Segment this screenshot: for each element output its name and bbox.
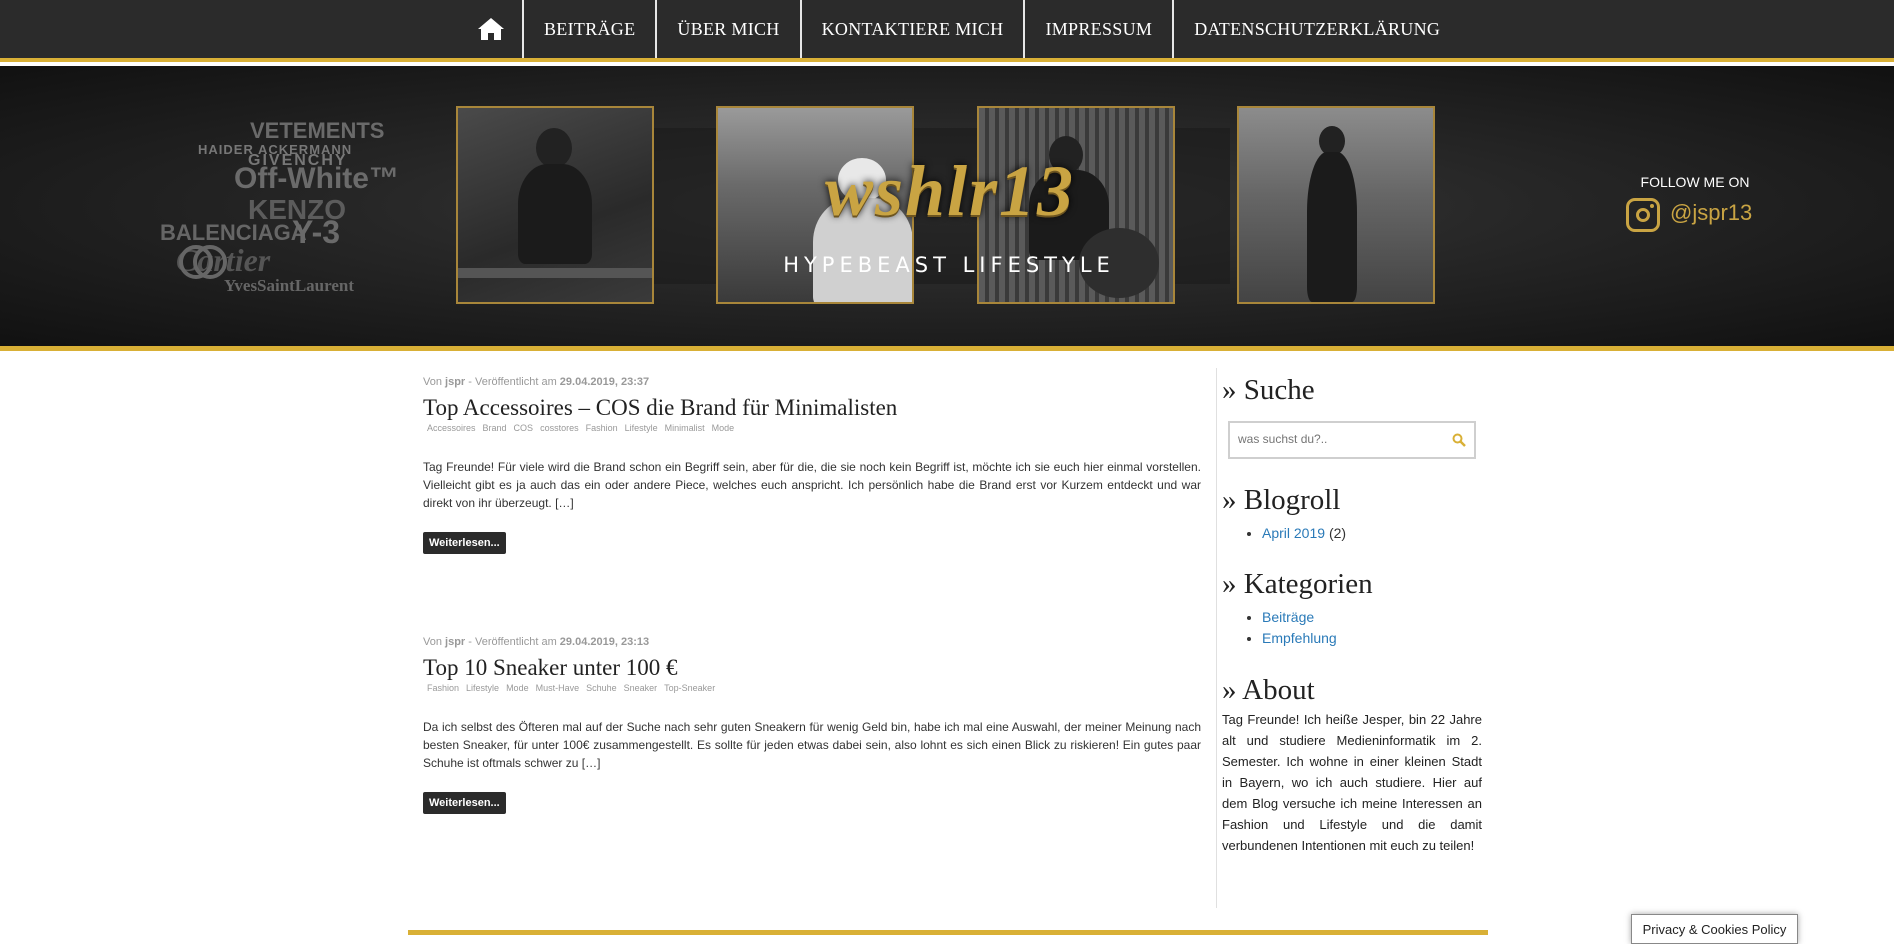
home-icon[interactable] [477,17,505,41]
sidebar-blogroll-section: » Blogroll April 2019 (2) [1222,484,1482,544]
tag-link[interactable]: Fashion [427,683,459,693]
post-author[interactable]: jspr [445,636,465,648]
post-tags: Fashion Lifestyle Mode Must-Have Schuhe Sneak… [423,683,1201,693]
sidebar-heading-about: » About [1222,674,1315,706]
list-item: April 2019 (2) [1262,523,1482,544]
read-more-button[interactable]: Weiterlesen... [423,792,506,814]
tag-link[interactable]: Minimalist [665,423,705,433]
nav-item-impressum[interactable]: IMPRESSUM [1025,0,1175,58]
tag-link[interactable]: Mode [506,683,529,693]
cookie-policy-button[interactable]: Privacy & Cookies Policy [1631,914,1798,944]
post-tags: Accessoires Brand COS cosstores Fashion Lifes… [423,423,1201,433]
brand-logo: YvesSaintLaurent [224,276,355,295]
post-date: 29.04.2019, 23:13 [559,636,650,648]
archive-count: (2) [1328,525,1347,541]
category-link[interactable]: Empfehlung [1262,630,1337,646]
nav-item-ueber-mich[interactable]: ÜBER MICH [657,0,802,58]
nav-item-beitraege[interactable]: BEITRÄGE [524,0,658,58]
header-photo-4 [1237,106,1435,304]
header-divider [0,346,1894,351]
gucci-logo-icon [179,245,227,279]
post-meta: Von jspr - Veröffentlicht am 29.04.2019,… [423,376,1201,388]
site-logo[interactable]: wshlr13 [770,150,1130,233]
post-title[interactable]: Top 10 Sneaker unter 100 € [423,654,1201,682]
brand-logo: VETEMENTS [250,118,385,143]
nav-item-kontakt[interactable]: KONTAKTIERE MICH [802,0,1026,58]
list-item: Beiträge [1262,607,1482,628]
read-more-button[interactable]: Weiterlesen... [423,532,506,554]
tag-link[interactable]: Lifestyle [625,423,658,433]
tag-link[interactable]: Lifestyle [466,683,499,693]
brand-logos-collage: VETEMENTS HAIDER ACKERMANN GIVENCHY Off-… [150,118,399,295]
sidebar-search-section: » Suche [1222,374,1482,407]
sidebar-heading-search: » Suche [1222,374,1315,406]
tag-link[interactable]: cosstores [540,423,579,433]
search-input[interactable] [1236,431,1440,447]
post-author[interactable]: jspr [445,376,465,388]
sidebar-heading-blogroll: » Blogroll [1222,484,1341,516]
tag-link[interactable]: Brand [483,423,507,433]
tag-link[interactable]: Accessoires [427,423,476,433]
top-navigation: BEITRÄGE ÜBER MICH KONTAKTIERE MICH IMPR… [0,0,1894,62]
sidebar-about-section: » About Tag Freunde! Ich heiße Jesper, b… [1222,674,1482,856]
instagram-handle-link[interactable]: @jspr13 [1670,200,1752,226]
tag-link[interactable]: Must-Have [536,683,580,693]
nav-menu: BEITRÄGE ÜBER MICH KONTAKTIERE MICH IMPR… [460,0,1460,58]
meta-mid: - Veröffentlicht am [468,636,557,648]
tag-link[interactable]: Sneaker [624,683,658,693]
tag-link[interactable]: Mode [712,423,735,433]
tag-link[interactable]: Top-Sneaker [664,683,715,693]
search-icon [1452,433,1466,447]
post-excerpt: Da ich selbst des Öfteren mal auf der Su… [423,720,1201,770]
nav-home[interactable] [460,0,524,58]
tag-link[interactable]: COS [514,423,534,433]
site-tagline: HYPEBEAST LIFESTYLE [783,253,1115,277]
about-text: Tag Freunde! Ich heiße Jesper, bin 22 Ja… [1222,712,1482,853]
brand-logo: Y-3 [292,214,341,250]
meta-prefix: Von [423,636,442,648]
post-excerpt: Tag Freunde! Für viele wird die Brand sc… [423,460,1201,510]
search-button[interactable] [1446,425,1472,455]
brand-logo: Off-White™ [234,162,399,195]
meta-prefix: Von [423,376,442,388]
search-form [1228,421,1476,459]
meta-mid: - Veröffentlicht am [468,376,557,388]
content-divider [1216,368,1217,908]
header-photo-1 [456,106,654,304]
list-item: Empfehlung [1262,628,1482,649]
archive-link[interactable]: April 2019 [1262,525,1325,541]
tag-link[interactable]: Fashion [586,423,618,433]
post-date: 29.04.2019, 23:37 [559,376,650,388]
category-link[interactable]: Beiträge [1262,609,1314,625]
post-meta: Von jspr - Veröffentlicht am 29.04.2019,… [423,636,1201,648]
instagram-icon[interactable] [1626,198,1660,232]
tag-link[interactable]: Schuhe [586,683,617,693]
sidebar-categories-section: » Kategorien Beiträge Empfehlung [1222,568,1482,649]
blogroll-list: April 2019 (2) [1222,523,1482,544]
follow-label: FOLLOW ME ON [1640,174,1750,190]
nav-item-datenschutz[interactable]: DATENSCHUTZERKLÄRUNG [1174,0,1460,58]
post-title[interactable]: Top Accessoires – COS die Brand für Mini… [423,394,1201,422]
post-card: Von jspr - Veröffentlicht am 29.04.2019,… [423,376,1201,554]
sidebar-heading-categories: » Kategorien [1222,568,1373,600]
post-card: Von jspr - Veröffentlicht am 29.04.2019,… [423,636,1201,814]
footer-divider [408,930,1488,935]
categories-list: Beiträge Empfehlung [1222,607,1482,649]
